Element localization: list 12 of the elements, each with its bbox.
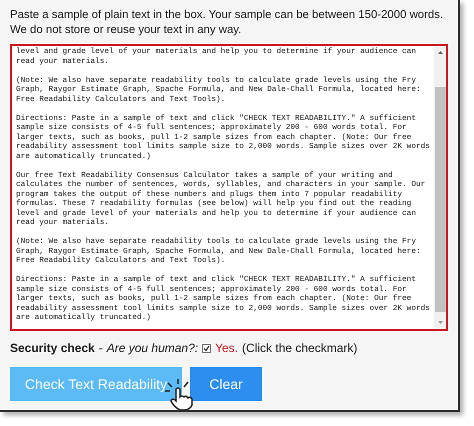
scrollbar[interactable] <box>434 46 446 329</box>
clear-button[interactable]: Clear <box>190 367 262 401</box>
instructions-text: Paste a sample of plain text in the box. Your sample can be between 150-2000 words. We do not store or reuse your text in any way. <box>10 8 444 38</box>
check-readability-button[interactable]: Check Text Readability <box>10 367 182 401</box>
scroll-thumb[interactable] <box>434 87 446 312</box>
separator-text: - <box>98 341 103 355</box>
question-text: Are you human?: <box>106 341 198 355</box>
security-check-label: Security check <box>10 341 95 355</box>
text-area[interactable] <box>10 44 448 331</box>
answer-text: Yes. <box>215 341 238 355</box>
hint-text: (Click the checkmark) <box>242 341 358 355</box>
checkbox[interactable] <box>202 344 212 352</box>
